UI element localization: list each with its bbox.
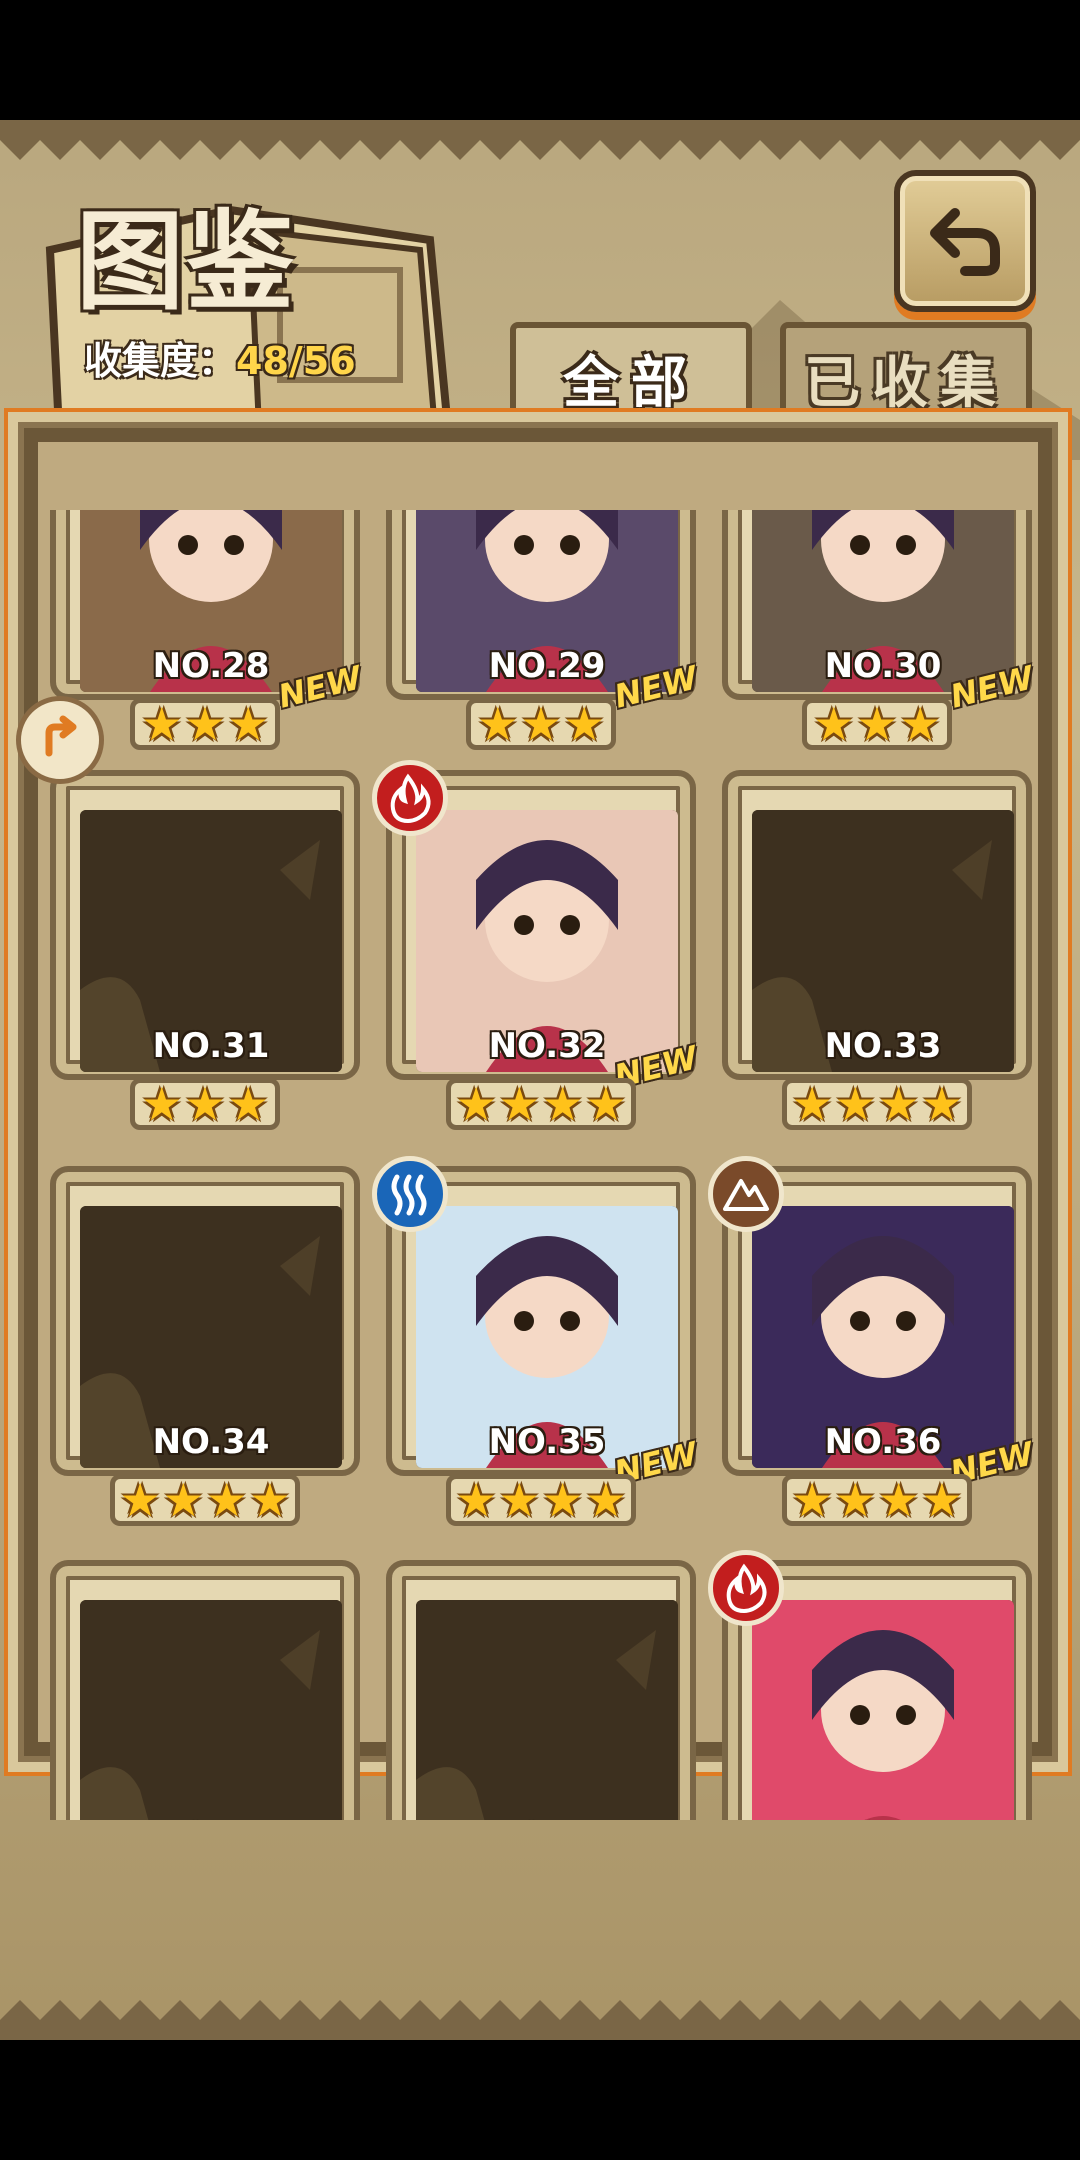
- star-icon: ★: [477, 697, 519, 751]
- card-frame: NO.37: [50, 1560, 360, 1820]
- card-item[interactable]: NO.37★★★: [50, 1550, 360, 1820]
- card-item[interactable]: NO.33 ★ ★ ★ ★: [722, 760, 1032, 1130]
- bottom-zigzag-border: [0, 2000, 1080, 2040]
- status-bar-area: [0, 0, 1080, 120]
- star-icon: ★: [878, 1473, 920, 1527]
- scroll-up-icon: [45, 715, 77, 757]
- card-number: NO.39: [728, 1816, 1038, 1820]
- page-title: 图鉴: [76, 199, 297, 325]
- star-rating: ★ ★ ★: [802, 698, 952, 750]
- star-icon: ★: [856, 697, 898, 751]
- return-arrow-icon: [930, 208, 1000, 276]
- navigation-bar-area: [0, 2040, 1080, 2160]
- card-grid[interactable]: NO.28 NEW ★ ★ ★ NO.29 NEW ★ ★ ★ NO.30 NEW ★ ★ ★ NO.31 ★ ★…: [30, 510, 1050, 1820]
- star-icon: ★: [921, 1473, 963, 1527]
- star-rating: ★ ★ ★: [466, 698, 616, 750]
- card-frame: NO.33: [722, 770, 1032, 1080]
- star-rating: ★ ★ ★: [130, 698, 280, 750]
- card-number: NO.31: [152, 1026, 270, 1066]
- star-icon: ★: [878, 1077, 920, 1131]
- card-frame: NO.28 NEW: [50, 510, 365, 716]
- card-frame: NO.30 NEW: [722, 510, 1037, 716]
- star-rating: ★ ★ ★ ★: [782, 1474, 972, 1526]
- star-rating: ★ ★ ★ ★: [110, 1474, 300, 1526]
- card-item[interactable]: NO.38★★★: [386, 1550, 696, 1820]
- star-icon: ★: [498, 1077, 540, 1131]
- card-frame: NO.38: [386, 1560, 696, 1820]
- star-icon: ★: [206, 1473, 248, 1527]
- card-frame: NO.31: [50, 770, 360, 1080]
- star-icon: ★: [119, 1473, 161, 1527]
- star-icon: ★: [184, 697, 226, 751]
- star-icon: ★: [921, 1077, 963, 1131]
- collection-value: 48/56: [236, 339, 356, 383]
- collection-progress: 收集度：48/56: [84, 330, 356, 385]
- card-frame: NO.29 NEW: [386, 510, 701, 716]
- earth-element-icon: [708, 1156, 784, 1232]
- star-icon: ★: [498, 1473, 540, 1527]
- card-number: NO.38: [392, 1816, 702, 1820]
- card-item[interactable]: NO.31 ★ ★ ★: [50, 760, 360, 1130]
- star-icon: ★: [455, 1077, 497, 1131]
- locked-silhouette: [80, 1600, 342, 1820]
- locked-silhouette: [416, 1600, 678, 1820]
- star-icon: ★: [249, 1473, 291, 1527]
- water-element-icon: [372, 1156, 448, 1232]
- card-item[interactable]: NO.28 NEW ★ ★ ★: [50, 510, 365, 750]
- star-rating: ★ ★ ★ ★: [446, 1474, 636, 1526]
- card-number: NO.37: [56, 1816, 366, 1820]
- collection-label: 收集度：: [84, 339, 237, 383]
- card-number: NO.33: [824, 1026, 942, 1066]
- star-icon: ★: [542, 1473, 584, 1527]
- back-button[interactable]: [894, 170, 1036, 312]
- card-item[interactable]: NO.30 NEW ★ ★ ★: [722, 510, 1037, 750]
- card-item[interactable]: NO.34 ★ ★ ★ ★: [50, 1156, 360, 1526]
- star-icon: ★: [520, 697, 562, 751]
- star-icon: ★: [813, 697, 855, 751]
- card-item[interactable]: NO.35 NEW ★ ★ ★ ★: [372, 1156, 701, 1526]
- star-rating: ★ ★ ★ ★: [782, 1078, 972, 1130]
- fire-element-icon: [708, 1550, 784, 1626]
- star-icon: ★: [227, 1077, 269, 1131]
- card-frame: NO.34: [50, 1166, 360, 1476]
- star-icon: ★: [162, 1473, 204, 1527]
- card-item[interactable]: NO.39★★★: [708, 1550, 1032, 1820]
- star-icon: ★: [141, 697, 183, 751]
- star-icon: ★: [455, 1473, 497, 1527]
- star-icon: ★: [227, 697, 269, 751]
- star-rating: ★ ★ ★ ★: [446, 1078, 636, 1130]
- scroll-up-button[interactable]: [16, 696, 104, 784]
- star-rating: ★ ★ ★: [130, 1078, 280, 1130]
- star-icon: ★: [542, 1077, 584, 1131]
- star-icon: ★: [834, 1077, 876, 1131]
- star-icon: ★: [585, 1077, 627, 1131]
- star-icon: ★: [834, 1473, 876, 1527]
- card-number: NO.34: [152, 1422, 270, 1462]
- star-icon: ★: [791, 1473, 833, 1527]
- star-icon: ★: [791, 1077, 833, 1131]
- card-item[interactable]: NO.32 NEW ★ ★ ★ ★: [372, 760, 701, 1130]
- card-item[interactable]: NO.29 NEW ★ ★ ★: [386, 510, 701, 750]
- fire-element-icon: [372, 760, 448, 836]
- character-portrait: [752, 1600, 1014, 1820]
- star-icon: ★: [184, 1077, 226, 1131]
- star-icon: ★: [563, 697, 605, 751]
- star-icon: ★: [141, 1077, 183, 1131]
- card-item[interactable]: NO.36 NEW ★ ★ ★ ★: [708, 1156, 1037, 1526]
- star-icon: ★: [585, 1473, 627, 1527]
- star-icon: ★: [899, 697, 941, 751]
